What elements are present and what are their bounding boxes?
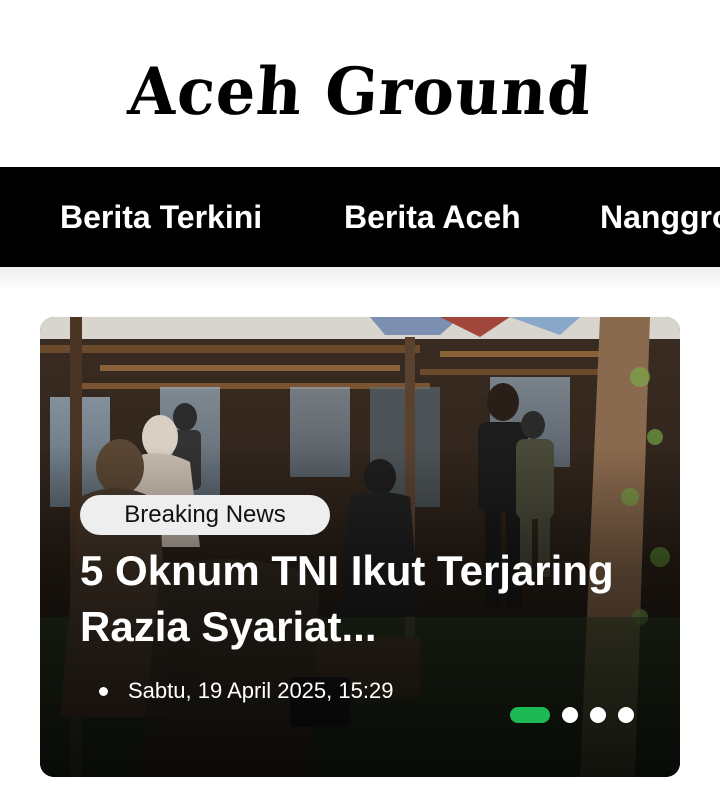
site-logo[interactable]: Aceh Ground — [0, 50, 720, 134]
carousel-dot-4[interactable] — [618, 707, 634, 723]
main-nav: Berita Terkini Berita Aceh Nanggroe — [0, 167, 720, 267]
carousel-dot-2[interactable] — [562, 707, 578, 723]
publish-date: Sabtu, 19 April 2025, 15:29 — [128, 678, 394, 703]
carousel-dot-3[interactable] — [590, 707, 606, 723]
nav-item-berita-terkini[interactable]: Berita Terkini — [60, 167, 262, 267]
nav-shadow — [0, 267, 720, 291]
featured-headline[interactable]: 5 Oknum TNI Ikut Terjaring Razia Syariat… — [80, 543, 628, 655]
featured-news-card[interactable]: Breaking News 5 Oknum TNI Ikut Terjaring… — [40, 317, 680, 777]
nav-item-nanggroe[interactable]: Nanggroe — [600, 167, 720, 267]
nav-item-berita-aceh[interactable]: Berita Aceh — [344, 167, 521, 267]
carousel-dot-1[interactable] — [510, 707, 550, 723]
bullet-dot-icon — [99, 687, 108, 696]
site-header: Aceh Ground — [0, 0, 720, 167]
breaking-news-badge: Breaking News — [80, 495, 330, 535]
